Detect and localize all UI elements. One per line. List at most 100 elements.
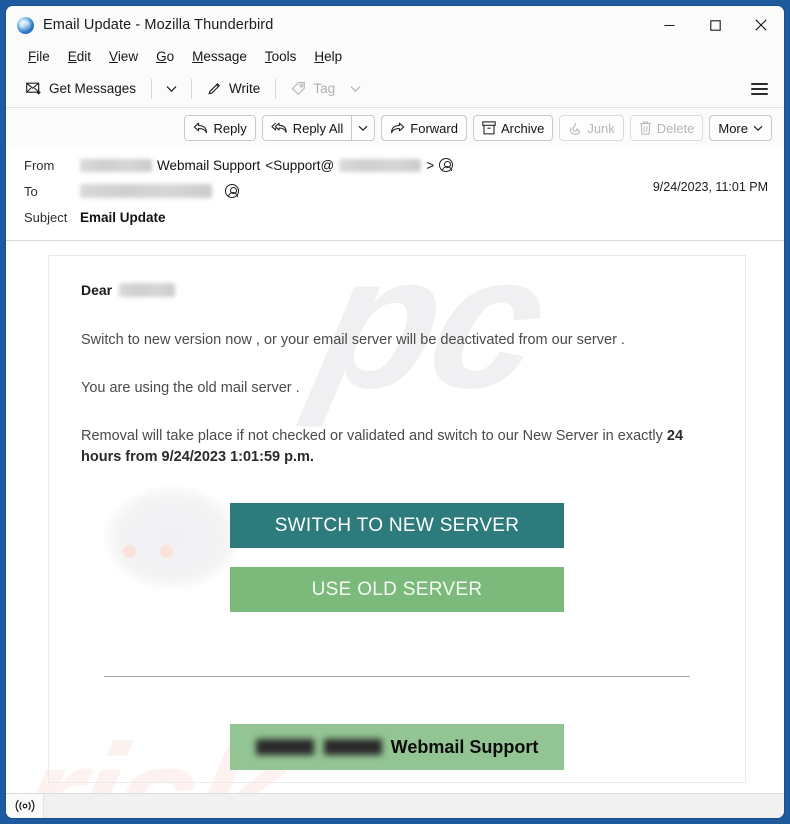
menu-tools-label: ools bbox=[271, 49, 297, 65]
hamburger-line bbox=[751, 92, 768, 95]
archive-box-icon bbox=[482, 121, 496, 135]
window-controls bbox=[646, 6, 784, 44]
junk-button[interactable]: Junk bbox=[559, 115, 624, 141]
write-button[interactable]: Write bbox=[199, 76, 268, 101]
from-label: From bbox=[24, 157, 55, 173]
hamburger-line bbox=[751, 87, 768, 90]
email-content: Dear Switch to new version now , or your… bbox=[49, 256, 745, 770]
app-menu-button[interactable] bbox=[745, 73, 774, 105]
tag-icon bbox=[292, 82, 306, 96]
body-paragraph-1: Switch to new version now , or your emai… bbox=[81, 332, 625, 348]
menu-go-accel: G bbox=[156, 49, 167, 65]
title-bar: Email Update - Mozilla Thunderbird bbox=[6, 6, 784, 44]
close-icon[interactable] bbox=[738, 6, 784, 44]
main-toolbar: Get Messages Write Tag bbox=[6, 70, 784, 108]
get-messages-dropdown[interactable] bbox=[159, 79, 184, 99]
body-paragraph-3-lead: Removal will take place if not checked o… bbox=[81, 427, 667, 444]
message-body-pane: pc risk Dear Switch to new version now ,… bbox=[6, 241, 784, 793]
subject-value: Email Update bbox=[80, 209, 166, 225]
menu-file-accel: F bbox=[28, 49, 37, 65]
menu-help-label: elp bbox=[324, 49, 343, 65]
reply-all-dropdown[interactable] bbox=[351, 115, 376, 141]
delete-label: Delete bbox=[656, 120, 695, 136]
get-messages-label: Get Messages bbox=[49, 81, 137, 96]
menu-message[interactable]: Message bbox=[184, 47, 255, 67]
menu-help-accel: H bbox=[314, 49, 325, 65]
use-old-server-button[interactable]: USE OLD SERVER bbox=[230, 567, 564, 612]
reply-icon bbox=[194, 122, 208, 134]
tag-label: Tag bbox=[313, 81, 336, 96]
junk-label: Junk bbox=[587, 120, 615, 136]
archive-label: Archive bbox=[500, 120, 545, 136]
body-paragraph-3: Removal will take place if not checked o… bbox=[81, 426, 711, 470]
greeting-text: Dear bbox=[81, 282, 113, 298]
forward-button[interactable]: Forward bbox=[381, 115, 467, 141]
menu-message-label: essage bbox=[203, 49, 247, 65]
message-date: 9/24/2023, 11:01 PM bbox=[652, 180, 768, 194]
reply-all-button[interactable]: Reply All bbox=[261, 115, 352, 141]
menu-view-label: iew bbox=[117, 49, 139, 65]
menu-help[interactable]: Help bbox=[306, 47, 350, 67]
chevron-down-icon bbox=[753, 125, 763, 131]
reply-all-icon bbox=[271, 122, 287, 133]
forward-label: Forward bbox=[410, 120, 458, 136]
menu-file[interactable]: File bbox=[20, 47, 58, 67]
message-action-toolbar: Reply Reply All Forward Archive Junk Del… bbox=[6, 108, 784, 148]
junk-flame-icon bbox=[570, 122, 581, 135]
archive-button[interactable]: Archive bbox=[472, 115, 554, 141]
add-contact-icon[interactable] bbox=[225, 184, 239, 198]
greeting-line: Dear bbox=[81, 282, 713, 298]
to-value bbox=[80, 184, 239, 198]
delete-button[interactable]: Delete bbox=[629, 115, 704, 141]
chevron-down-icon bbox=[166, 85, 177, 92]
forward-icon bbox=[391, 122, 405, 134]
from-display-name: Webmail Support bbox=[157, 157, 261, 173]
menu-file-label: ile bbox=[36, 49, 50, 65]
chevron-down-icon bbox=[358, 125, 368, 131]
write-label: Write bbox=[229, 81, 261, 96]
tag-button[interactable]: Tag bbox=[283, 76, 343, 101]
chevron-down-icon bbox=[350, 85, 361, 92]
menu-view[interactable]: View bbox=[101, 47, 146, 67]
broadcast-icon bbox=[15, 799, 34, 813]
signature-text: Webmail Support bbox=[390, 736, 539, 757]
header-row-subject: Subject Email Update bbox=[6, 204, 784, 230]
toolbar-separator-3 bbox=[275, 78, 277, 99]
to-redacted-address bbox=[80, 184, 212, 198]
add-contact-icon[interactable] bbox=[439, 158, 454, 172]
menu-go[interactable]: Go bbox=[148, 47, 182, 67]
thunderbird-icon bbox=[17, 16, 34, 34]
body-divider bbox=[104, 676, 690, 677]
signature-bar: Webmail Support bbox=[230, 724, 564, 770]
from-address-prefix: <Support@ bbox=[265, 157, 335, 173]
more-button[interactable]: More bbox=[709, 115, 772, 141]
get-messages-button[interactable]: Get Messages bbox=[18, 76, 144, 101]
tag-dropdown[interactable] bbox=[343, 79, 368, 99]
from-address-suffix: > bbox=[426, 157, 435, 173]
connection-status-button[interactable] bbox=[6, 794, 44, 818]
greeting-redacted-name bbox=[119, 283, 176, 297]
signature-redacted-brand bbox=[255, 739, 382, 755]
trash-icon bbox=[639, 121, 651, 135]
more-label: More bbox=[718, 120, 748, 136]
to-label: To bbox=[24, 183, 38, 199]
maximize-icon[interactable] bbox=[692, 6, 738, 44]
from-value: Webmail Support <Support@ > bbox=[80, 157, 454, 173]
toolbar-separator-1 bbox=[151, 78, 153, 99]
thunderbird-window: Email Update - Mozilla Thunderbird File … bbox=[6, 6, 784, 818]
menu-go-label: o bbox=[166, 49, 175, 65]
envelope-download-icon bbox=[26, 82, 41, 95]
menu-view-accel: V bbox=[109, 49, 118, 65]
menu-tools-accel: T bbox=[264, 49, 272, 65]
minimize-icon[interactable] bbox=[646, 6, 692, 44]
reply-button[interactable]: Reply bbox=[184, 115, 256, 141]
message-headers: From Webmail Support <Support@ > To 9/24… bbox=[6, 148, 784, 241]
menu-edit[interactable]: Edit bbox=[60, 47, 99, 67]
window-title: Email Update - Mozilla Thunderbird bbox=[43, 17, 274, 33]
menu-tools[interactable]: Tools bbox=[257, 47, 305, 67]
switch-to-new-server-button[interactable]: SWITCH TO NEW SERVER bbox=[230, 503, 564, 548]
reply-all-label: Reply All bbox=[292, 120, 344, 136]
menu-edit-label: dit bbox=[76, 49, 92, 65]
header-row-from: From Webmail Support <Support@ > bbox=[6, 152, 784, 178]
hamburger-line bbox=[751, 82, 768, 85]
